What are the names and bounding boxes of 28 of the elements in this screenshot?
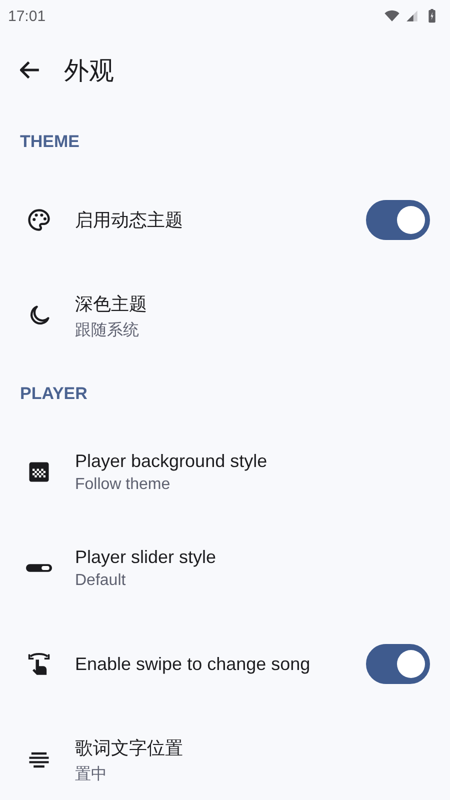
setting-value: Default	[75, 572, 127, 590]
back-arrow-icon	[20, 61, 40, 79]
setting-row[interactable]: 深色主题 跟随系统	[0, 268, 450, 364]
toggle-switch[interactable]	[366, 200, 430, 240]
signal-icon	[404, 8, 420, 24]
setting-value: Follow theme	[75, 476, 172, 494]
wifi-icon	[384, 8, 400, 24]
setting-title: Enable swipe to change song	[75, 654, 312, 674]
setting-title: 深色主题	[75, 292, 148, 316]
setting-title: 启用动态主题	[75, 209, 184, 232]
setting-row[interactable]: Enable swipe to change song	[0, 616, 450, 712]
slider-bar-icon	[26, 564, 52, 572]
page-title: 外观	[64, 56, 114, 86]
setting-row[interactable]: 歌词文字位置 置中	[0, 712, 450, 800]
setting-title: Player background style	[75, 450, 268, 472]
section-header: PLAYER	[20, 384, 88, 404]
setting-row[interactable]: Player slider style Default	[0, 520, 450, 616]
swipe-gesture-icon	[26, 651, 52, 677]
setting-value: 置中	[75, 764, 108, 784]
setting-title: 歌词文字位置	[75, 736, 184, 760]
toggle-switch[interactable]	[366, 644, 430, 684]
section-header: THEME	[20, 132, 80, 152]
palette-icon	[26, 207, 52, 233]
setting-title: Player slider style	[75, 546, 218, 568]
setting-value: 跟随系统	[75, 320, 140, 340]
setting-row[interactable]: Player background style Follow theme	[0, 424, 450, 520]
status-time: 17:01	[8, 8, 46, 24]
setting-row[interactable]: 启用动态主题	[0, 172, 450, 268]
